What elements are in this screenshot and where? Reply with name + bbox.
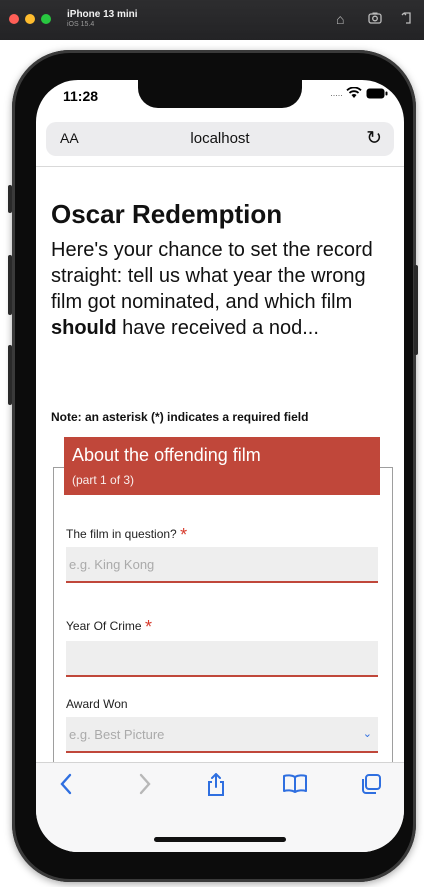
rotate-icon[interactable]: [400, 11, 414, 28]
year-input[interactable]: [66, 641, 378, 677]
minimize-window-button[interactable]: [25, 14, 35, 24]
forward-icon[interactable]: [138, 773, 152, 801]
volume-down-button: [8, 345, 12, 405]
film-input-placeholder: e.g. King Kong: [69, 557, 155, 572]
award-label-text: Award Won: [66, 697, 128, 711]
simulator-title-bar: iPhone 13 mini iOS 15.4 ⌂: [0, 0, 424, 40]
status-time: 11:28: [63, 88, 99, 104]
volume-up-button: [8, 255, 12, 315]
status-indicators: .....: [330, 86, 388, 101]
award-select-placeholder: e.g. Best Picture: [69, 727, 165, 742]
back-icon[interactable]: [59, 773, 73, 801]
year-label: Year Of Crime *: [66, 617, 152, 638]
url-text[interactable]: localhost: [46, 130, 394, 147]
reload-icon[interactable]: ↻: [366, 127, 382, 150]
year-label-text: Year Of Crime: [66, 619, 142, 633]
mute-switch: [8, 185, 12, 213]
os-version: iOS 15.4: [67, 21, 95, 28]
intro-text-end: have received a nod...: [116, 317, 319, 339]
section-title: About the offending film: [72, 445, 261, 465]
section-legend: About the offending film (part 1 of 3): [64, 437, 380, 495]
award-label: Award Won: [66, 697, 128, 711]
award-select[interactable]: e.g. Best Picture ⌄: [66, 717, 378, 753]
required-field-note: Note: an asterisk (*) indicates a requir…: [51, 410, 309, 424]
bookmarks-icon[interactable]: [282, 773, 308, 799]
film-input[interactable]: e.g. King Kong: [66, 547, 378, 583]
screenshot-icon[interactable]: [368, 11, 382, 28]
home-indicator: [154, 837, 286, 842]
film-label: The film in question? *: [66, 525, 187, 546]
page-title: Oscar Redemption: [51, 199, 283, 229]
tabs-icon[interactable]: [360, 773, 382, 801]
section-subtitle: (part 1 of 3): [72, 473, 135, 487]
power-button: [414, 265, 418, 355]
chevron-down-icon: ⌄: [362, 728, 372, 740]
intro-text-emphasis: should: [51, 317, 117, 339]
intro-paragraph: Here's your chance to set the record str…: [51, 237, 391, 341]
required-asterisk: *: [180, 525, 188, 545]
intro-text-start: Here's your chance to set the record str…: [51, 239, 373, 313]
web-content: Oscar Redemption Here's your chance to s…: [36, 167, 404, 762]
phone-screen: 11:28 ..... AA localhost ↻ Oscar Redempt…: [36, 80, 404, 852]
required-asterisk: *: [144, 617, 152, 637]
notch: [138, 80, 302, 108]
home-icon[interactable]: ⌂: [336, 11, 344, 27]
signal-indicator: .....: [330, 88, 343, 98]
safari-toolbar: [36, 762, 404, 852]
close-window-button[interactable]: [9, 14, 19, 24]
film-label-text: The film in question?: [66, 527, 177, 541]
battery-icon: [366, 88, 388, 99]
share-icon[interactable]: [206, 772, 226, 803]
device-name: iPhone 13 mini: [67, 9, 138, 20]
address-bar[interactable]: AA localhost ↻: [46, 122, 394, 156]
wifi-icon: [346, 86, 363, 98]
zoom-window-button[interactable]: [41, 14, 51, 24]
